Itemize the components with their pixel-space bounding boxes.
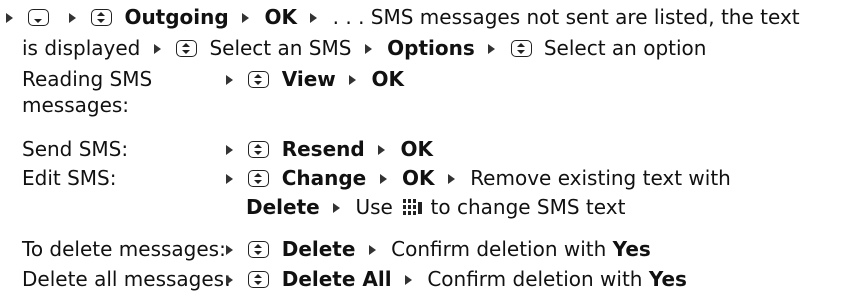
triangle-bullet-icon <box>226 245 233 255</box>
select-option-text: Select an option <box>543 36 707 60</box>
row-instruction-reading: View OK <box>226 66 404 92</box>
triangle-bullet-icon <box>333 203 341 213</box>
key-down-icon <box>28 9 50 26</box>
row-label-line: messages: <box>22 93 130 117</box>
keypad-icon <box>403 199 423 215</box>
key-up-down-icon <box>176 40 198 57</box>
triangle-bullet-icon <box>404 275 412 285</box>
triangle-bullet-icon <box>226 275 233 285</box>
triangle-bullet-icon <box>378 145 386 155</box>
triangle-bullet-icon <box>153 44 161 54</box>
key-up-down-icon <box>248 71 270 88</box>
intro-line-1: Outgoing OK . . . SMS messages not sent … <box>4 4 800 30</box>
row-instruction-edit: Change OK Remove existing text with <box>226 165 731 191</box>
listed-text: . . . SMS messages not sent are listed, … <box>332 5 800 29</box>
triangle-bullet-icon <box>226 75 233 85</box>
row-instruction-edit-cont: Delete Use to change SMS text <box>246 194 625 220</box>
key-up-down-icon <box>248 271 270 288</box>
ok-label: OK <box>400 137 433 161</box>
outgoing-label: Outgoing <box>124 5 229 29</box>
yes-label: Yes <box>648 267 687 291</box>
triangle-bullet-icon <box>68 13 76 23</box>
confirm-text: Confirm deletion with <box>391 237 607 261</box>
change-sms-text: to change SMS text <box>430 195 626 219</box>
row-label-send: Send SMS: <box>22 137 129 161</box>
triangle-bullet-icon <box>488 44 496 54</box>
triangle-bullet-icon <box>6 13 13 23</box>
select-sms-text: Select an SMS <box>209 36 352 60</box>
row-instruction-send: Resend OK <box>226 136 433 162</box>
row-instruction-delete-all: Delete All Confirm deletion with Yes <box>226 266 687 292</box>
row-label-reading: Reading SMS messages: <box>22 66 152 118</box>
yes-label: Yes <box>612 237 651 261</box>
triangle-bullet-icon <box>310 13 318 23</box>
view-label: View <box>281 67 336 91</box>
row-label-line: Reading SMS <box>22 67 153 91</box>
triangle-bullet-icon <box>364 44 372 54</box>
options-label: Options <box>387 36 475 60</box>
delete-label: Delete <box>246 195 320 219</box>
row-label-edit: Edit SMS: <box>22 166 117 190</box>
ok-label: OK <box>264 5 297 29</box>
key-up-down-icon <box>248 170 270 187</box>
confirm-text: Confirm deletion with <box>427 267 643 291</box>
delete-all-label: Delete All <box>281 267 392 291</box>
triangle-bullet-icon <box>368 245 376 255</box>
remove-text: Remove existing text with <box>470 166 731 190</box>
displayed-text: is displayed <box>22 36 141 60</box>
key-up-down-icon <box>248 141 270 158</box>
delete-label: Delete <box>281 237 356 261</box>
row-instruction-delete: Delete Confirm deletion with Yes <box>226 236 651 262</box>
ok-label: OK <box>371 67 404 91</box>
key-up-down-icon <box>91 9 113 26</box>
triangle-bullet-icon <box>242 13 250 23</box>
intro-line-2: is displayed Select an SMS Options Selec… <box>22 35 706 61</box>
row-label-delete: To delete messages: <box>22 237 226 261</box>
ok-label: OK <box>401 166 435 190</box>
triangle-bullet-icon <box>447 174 455 184</box>
triangle-bullet-icon <box>349 75 357 85</box>
use-text: Use <box>355 195 393 219</box>
triangle-bullet-icon <box>226 145 233 155</box>
resend-label: Resend <box>281 137 365 161</box>
key-up-down-icon <box>248 241 270 258</box>
row-label-delete-all: Delete all messages: <box>22 267 231 291</box>
triangle-bullet-icon <box>379 174 387 184</box>
change-label: Change <box>281 166 367 190</box>
triangle-bullet-icon <box>226 174 233 184</box>
key-up-down-icon <box>510 40 532 57</box>
